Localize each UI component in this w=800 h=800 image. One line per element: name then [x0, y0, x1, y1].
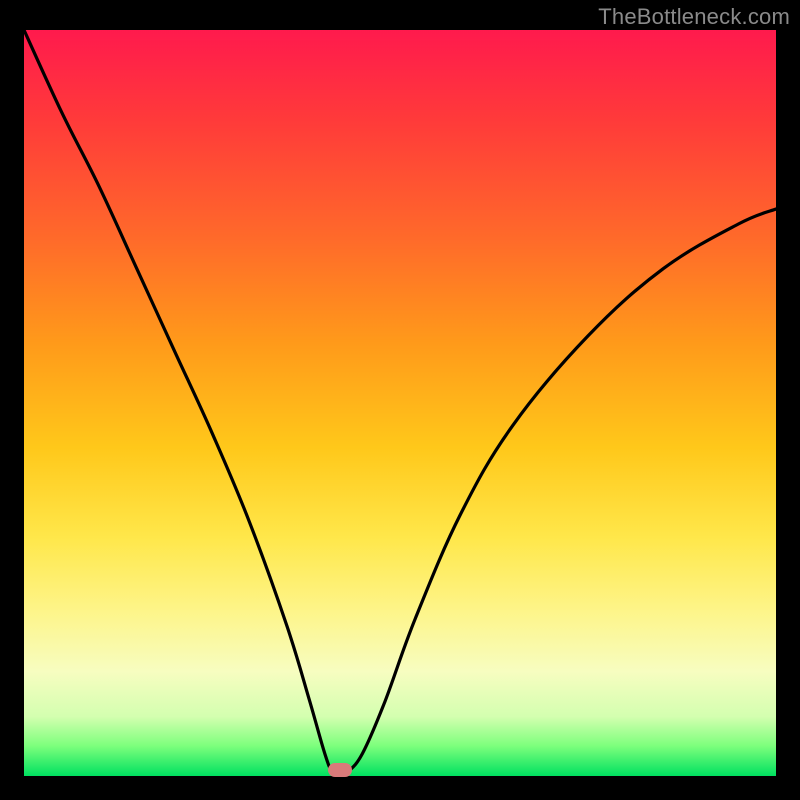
bottleneck-curve [24, 30, 776, 776]
watermark-text: TheBottleneck.com [598, 4, 790, 30]
optimal-marker [328, 763, 352, 777]
plot-area [24, 30, 776, 776]
chart-frame: TheBottleneck.com [0, 0, 800, 800]
